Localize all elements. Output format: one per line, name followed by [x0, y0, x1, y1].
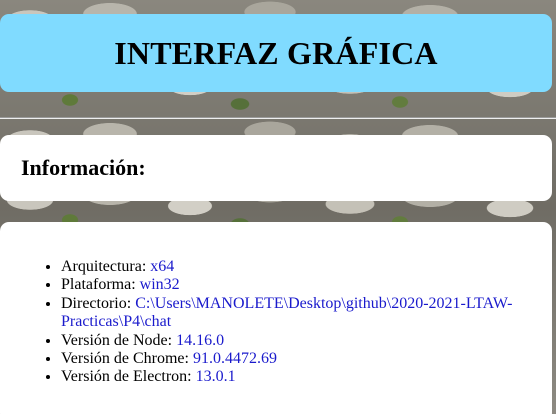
node-version-value: 14.16.0 — [176, 331, 225, 349]
platform-value: win32 — [139, 276, 180, 294]
platform-label: Plataforma: — [61, 276, 140, 294]
list-item-architecture: Arquitectura: x64 — [61, 258, 521, 276]
info-card: Información: — [0, 135, 552, 201]
chrome-version-value: 91.0.4472.69 — [192, 350, 277, 368]
list-item-chrome-version: Versión de Chrome: 91.0.4472.69 — [61, 350, 521, 368]
horizontal-rule — [0, 117, 556, 119]
electron-version-label: Versión de Electron: — [61, 368, 196, 386]
list-item-node-version: Versión de Node: 14.16.0 — [61, 332, 521, 350]
node-version-label: Versión de Node: — [61, 331, 177, 349]
details-card: Arquitectura: x64 Plataforma: win32 Dire… — [0, 222, 552, 414]
electron-version-value: 13.0.1 — [195, 368, 236, 386]
page-title: INTERFAZ GRÁFICA — [114, 34, 438, 71]
list-item-directory: Directorio: C:\Users\MANOLETE\Desktop\gi… — [61, 295, 521, 332]
directory-label: Directorio: — [61, 294, 136, 312]
chrome-version-label: Versión de Chrome: — [61, 350, 193, 368]
list-item-platform: Plataforma: win32 — [61, 276, 521, 294]
list-item-electron-version: Versión de Electron: 13.0.1 — [61, 368, 521, 386]
system-info-list: Arquitectura: x64 Plataforma: win32 Dire… — [21, 258, 521, 387]
info-heading: Información: — [21, 155, 146, 180]
header-banner: INTERFAZ GRÁFICA — [0, 14, 552, 92]
architecture-label: Arquitectura: — [61, 258, 151, 275]
architecture-value: x64 — [150, 258, 175, 275]
